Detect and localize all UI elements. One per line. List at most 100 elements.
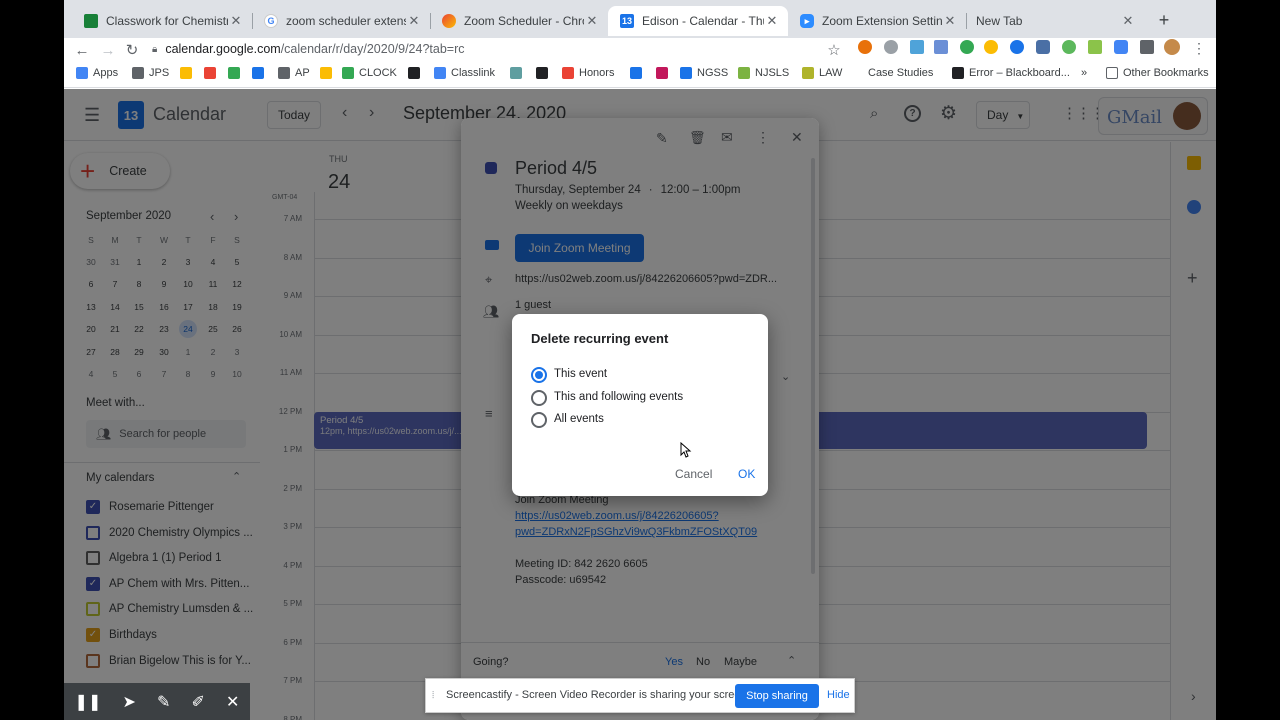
- reload-icon[interactable]: ↻: [120, 38, 144, 62]
- other-bookmarks[interactable]: Other Bookmarks: [1106, 67, 1209, 79]
- bookmark-item[interactable]: Error – Blackboard...: [952, 67, 1070, 79]
- radio-this-event[interactable]: [531, 367, 547, 383]
- bookmark-star-icon[interactable]: ☆: [822, 38, 846, 62]
- radio-label-following-events[interactable]: This and following events: [554, 391, 683, 403]
- drag-handle-icon[interactable]: ⦙: [432, 690, 434, 701]
- bookmark-favicon-icon: [738, 67, 750, 79]
- close-tab-icon[interactable]: ✕: [764, 13, 780, 29]
- cancel-button[interactable]: Cancel: [675, 467, 712, 481]
- extension-icon[interactable]: [1010, 40, 1024, 54]
- close-tab-icon[interactable]: ✕: [406, 13, 422, 29]
- bookmark-item[interactable]: [630, 67, 647, 79]
- tab-classwork[interactable]: Classwork for Chemistry Pe ✕: [72, 6, 252, 36]
- stop-sharing-button[interactable]: Stop sharing: [735, 684, 819, 708]
- bookmark-item[interactable]: Honors: [562, 67, 614, 79]
- cursor-tool-icon[interactable]: ➤: [122, 692, 135, 712]
- bookmark-favicon-icon: [342, 67, 354, 79]
- bookmark-item[interactable]: JPS: [132, 67, 169, 79]
- bookmark-item[interactable]: [228, 67, 245, 79]
- pause-icon[interactable]: ❚❚: [75, 692, 102, 712]
- hide-button[interactable]: Hide: [827, 689, 850, 701]
- profile-avatar[interactable]: [1164, 39, 1180, 55]
- bookmark-item[interactable]: [510, 67, 527, 79]
- close-tab-icon[interactable]: ✕: [584, 13, 600, 29]
- close-tab-icon[interactable]: ✕: [1120, 13, 1136, 29]
- bookmark-item[interactable]: [320, 67, 337, 79]
- bookmark-favicon-icon: [562, 67, 574, 79]
- bookmark-favicon-icon: [132, 67, 144, 79]
- bookmark-label: NJSLS: [755, 67, 790, 79]
- bookmark-item[interactable]: CLOCK: [342, 67, 397, 79]
- bookmarks-bar: Apps JPS AP CLOCK Classlink Honors NGSS NJSLS LA…: [64, 62, 1216, 88]
- forward-arrow-icon[interactable]: →: [96, 38, 120, 62]
- tab-title: zoom scheduler extension -: [286, 14, 406, 28]
- bookmark-label: Honors: [579, 67, 615, 79]
- extension-icon[interactable]: [984, 40, 998, 54]
- folder-icon: [1106, 67, 1118, 79]
- bookmark-item[interactable]: Classlink: [434, 67, 495, 79]
- tab-title: Classwork for Chemistry Pe: [106, 14, 228, 28]
- google-icon: G: [264, 14, 278, 28]
- bookmark-item[interactable]: [408, 67, 425, 79]
- bookmark-label: Case Studies: [868, 67, 934, 79]
- extension-icon[interactable]: [1036, 40, 1050, 54]
- extension-icon[interactable]: [1088, 40, 1102, 54]
- radio-label-all-events[interactable]: All events: [554, 413, 604, 425]
- extension-icon[interactable]: [934, 40, 948, 54]
- extension-icon[interactable]: [858, 40, 872, 54]
- menu-kebab-icon[interactable]: ⋮: [1192, 40, 1206, 57]
- extension-icon[interactable]: [960, 40, 974, 54]
- bookmark-favicon-icon: [630, 67, 642, 79]
- url-host: calendar.google.com: [165, 42, 281, 56]
- bookmark-item[interactable]: [656, 67, 673, 79]
- puzzle-icon[interactable]: [1140, 40, 1154, 54]
- classroom-icon: [84, 14, 98, 28]
- pen-tool-icon[interactable]: ✎: [157, 692, 170, 712]
- tab-zoom-settings[interactable]: ▸ Zoom Extension Settings ✕: [788, 6, 966, 36]
- tab-zoom-search[interactable]: G zoom scheduler extension - ✕: [252, 6, 430, 36]
- bookmark-item[interactable]: [180, 67, 197, 79]
- bookmark-item[interactable]: Case Studies: [868, 67, 933, 79]
- close-toolbar-icon[interactable]: ✕: [226, 692, 239, 712]
- bookmark-item[interactable]: [252, 67, 269, 79]
- close-tab-icon[interactable]: ✕: [228, 13, 244, 29]
- bookmark-item[interactable]: AP: [278, 67, 310, 79]
- ok-button[interactable]: OK: [738, 467, 755, 481]
- extension-icon[interactable]: [1114, 40, 1128, 54]
- bookmark-favicon-icon: [252, 67, 264, 79]
- bookmark-favicon-icon: [180, 67, 192, 79]
- bookmark-item[interactable]: [536, 67, 553, 79]
- bookmark-favicon-icon: [656, 67, 668, 79]
- tab-new-tab[interactable]: New Tab ✕: [966, 6, 1144, 36]
- highlighter-tool-icon[interactable]: ✐: [192, 692, 205, 712]
- bookmark-favicon-icon: [802, 67, 814, 79]
- bookmark-label: AP: [295, 67, 310, 79]
- bookmark-item[interactable]: [204, 67, 221, 79]
- tab-calendar[interactable]: 13 Edison - Calendar - Thursda ✕: [608, 6, 788, 36]
- extension-icon[interactable]: [1062, 40, 1076, 54]
- bookmark-favicon-icon: [320, 67, 332, 79]
- new-tab-button[interactable]: +: [1154, 10, 1174, 30]
- radio-following-events[interactable]: [531, 390, 547, 406]
- bookmark-item[interactable]: NJSLS: [738, 67, 789, 79]
- bookmark-item[interactable]: NGSS: [680, 67, 728, 79]
- bookmark-item[interactable]: Apps: [76, 67, 118, 79]
- extension-icon[interactable]: [884, 40, 898, 54]
- browser-window: Classwork for Chemistry Pe ✕ G zoom sche…: [64, 0, 1216, 720]
- bookmark-favicon-icon: [204, 67, 216, 79]
- bookmark-favicon-icon: [408, 67, 420, 79]
- url-path: /calendar/r/day/2020/9/24?tab=rc: [280, 42, 465, 56]
- extension-icon[interactable]: [910, 40, 924, 54]
- radio-label-this-event[interactable]: This event: [554, 368, 607, 380]
- bookmark-item[interactable]: LAW: [802, 67, 842, 79]
- other-bookmarks-label: Other Bookmarks: [1123, 67, 1209, 79]
- chrome-web-store-icon: [442, 14, 456, 28]
- tab-zoom-scheduler-store[interactable]: Zoom Scheduler - Chrome W ✕: [430, 6, 608, 36]
- radio-all-events[interactable]: [531, 412, 547, 428]
- back-arrow-icon[interactable]: ←: [70, 38, 94, 62]
- bookmark-label: CLOCK: [359, 67, 397, 79]
- bookmark-favicon-icon: [952, 67, 964, 79]
- address-bar[interactable]: 🔒︎ calendar.google.com/calendar/r/day/20…: [152, 38, 852, 60]
- close-tab-icon[interactable]: ✕: [942, 13, 958, 29]
- bookmarks-overflow-icon[interactable]: »: [1081, 67, 1087, 79]
